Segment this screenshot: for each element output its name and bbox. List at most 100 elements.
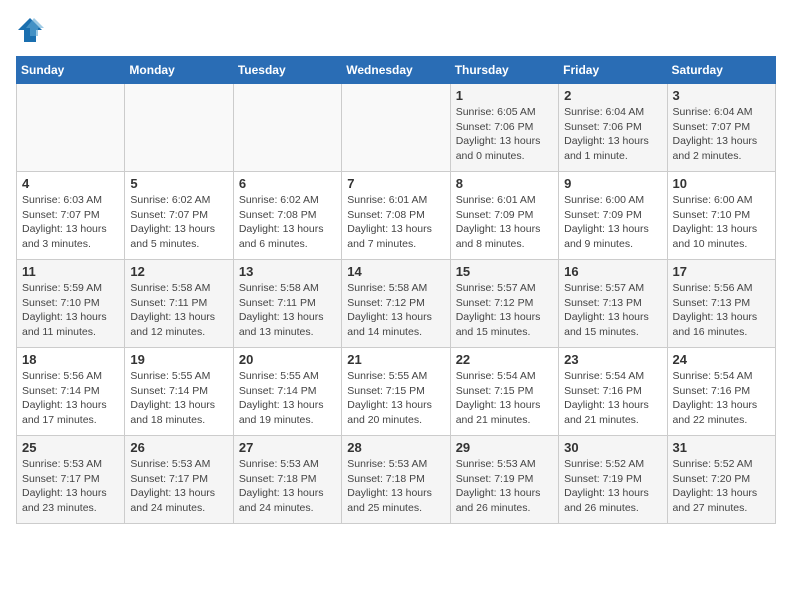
day-number: 5 [130, 176, 227, 191]
day-number: 18 [22, 352, 119, 367]
calendar-cell: 9 Sunrise: 6:00 AM Sunset: 7:09 PM Daylig… [559, 172, 667, 260]
calendar-cell [17, 84, 125, 172]
weekday-header: Sunday [17, 57, 125, 84]
day-info: Sunrise: 5:55 AM Sunset: 7:15 PM Dayligh… [347, 369, 444, 428]
day-number: 26 [130, 440, 227, 455]
calendar-cell: 25Sunrise: 5:53 AM Sunset: 7:17 PM Dayli… [17, 436, 125, 524]
calendar-cell: 13 Sunrise: 5:58 AM Sunset: 7:11 PM Dayli… [233, 260, 341, 348]
day-info: Sunrise: 5:53 AM Sunset: 7:17 PM Dayligh… [22, 457, 119, 516]
day-info: Sunrise: 5:54 AM Sunset: 7:16 PM Dayligh… [564, 369, 661, 428]
day-info: Sunrise: 5:52 AM Sunset: 7:19 PM Dayligh… [564, 457, 661, 516]
calendar-cell: 29 Sunrise: 5:53 AM Sunset: 7:19 PM Dayli… [450, 436, 558, 524]
weekday-header: Wednesday [342, 57, 450, 84]
day-info: Sunrise: 5:52 AM Sunset: 7:20 PM Dayligh… [673, 457, 770, 516]
day-number: 8 [456, 176, 553, 191]
day-number: 1 [456, 88, 553, 103]
day-info: Sunrise: 6:01 AM Sunset: 7:09 PM Dayligh… [456, 193, 553, 252]
day-info: Sunrise: 5:57 AM Sunset: 7:13 PM Dayligh… [564, 281, 661, 340]
calendar-cell: 26 Sunrise: 5:53 AM Sunset: 7:17 PM Dayli… [125, 436, 233, 524]
day-info: Sunrise: 5:58 AM Sunset: 7:11 PM Dayligh… [130, 281, 227, 340]
day-info: Sunrise: 5:55 AM Sunset: 7:14 PM Dayligh… [239, 369, 336, 428]
day-number: 30 [564, 440, 661, 455]
calendar-cell: 20 Sunrise: 5:55 AM Sunset: 7:14 PM Dayli… [233, 348, 341, 436]
weekday-header: Saturday [667, 57, 775, 84]
day-number: 3 [673, 88, 770, 103]
day-number: 21 [347, 352, 444, 367]
day-info: Sunrise: 6:02 AM Sunset: 7:07 PM Dayligh… [130, 193, 227, 252]
day-number: 12 [130, 264, 227, 279]
day-info: Sunrise: 5:53 AM Sunset: 7:17 PM Dayligh… [130, 457, 227, 516]
day-info: Sunrise: 5:59 AM Sunset: 7:10 PM Dayligh… [22, 281, 119, 340]
day-info: Sunrise: 6:02 AM Sunset: 7:08 PM Dayligh… [239, 193, 336, 252]
calendar-cell [125, 84, 233, 172]
day-number: 28 [347, 440, 444, 455]
calendar-cell: 1 Sunrise: 6:05 AM Sunset: 7:06 PM Daylig… [450, 84, 558, 172]
day-number: 7 [347, 176, 444, 191]
day-number: 31 [673, 440, 770, 455]
calendar-cell: 12 Sunrise: 5:58 AM Sunset: 7:11 PM Dayli… [125, 260, 233, 348]
calendar-cell: 19Sunrise: 5:55 AM Sunset: 7:14 PM Dayli… [125, 348, 233, 436]
logo-icon [16, 16, 44, 44]
day-info: Sunrise: 5:56 AM Sunset: 7:14 PM Dayligh… [22, 369, 119, 428]
day-info: Sunrise: 6:03 AM Sunset: 7:07 PM Dayligh… [22, 193, 119, 252]
calendar-cell: 16 Sunrise: 5:57 AM Sunset: 7:13 PM Dayli… [559, 260, 667, 348]
weekday-header: Monday [125, 57, 233, 84]
calendar-cell: 6 Sunrise: 6:02 AM Sunset: 7:08 PM Daylig… [233, 172, 341, 260]
calendar-cell: 5 Sunrise: 6:02 AM Sunset: 7:07 PM Daylig… [125, 172, 233, 260]
calendar-cell: 27 Sunrise: 5:53 AM Sunset: 7:18 PM Dayli… [233, 436, 341, 524]
calendar-cell: 22 Sunrise: 5:54 AM Sunset: 7:15 PM Dayli… [450, 348, 558, 436]
day-number: 6 [239, 176, 336, 191]
day-number: 11 [22, 264, 119, 279]
logo [16, 16, 48, 44]
day-number: 16 [564, 264, 661, 279]
day-number: 14 [347, 264, 444, 279]
day-info: Sunrise: 5:54 AM Sunset: 7:16 PM Dayligh… [673, 369, 770, 428]
page-header [16, 16, 776, 44]
calendar-cell: 7 Sunrise: 6:01 AM Sunset: 7:08 PM Daylig… [342, 172, 450, 260]
day-info: Sunrise: 5:53 AM Sunset: 7:18 PM Dayligh… [347, 457, 444, 516]
calendar-cell: 14 Sunrise: 5:58 AM Sunset: 7:12 PM Dayli… [342, 260, 450, 348]
day-number: 10 [673, 176, 770, 191]
day-info: Sunrise: 6:01 AM Sunset: 7:08 PM Dayligh… [347, 193, 444, 252]
calendar-cell: 18 Sunrise: 5:56 AM Sunset: 7:14 PM Dayli… [17, 348, 125, 436]
day-info: Sunrise: 6:00 AM Sunset: 7:09 PM Dayligh… [564, 193, 661, 252]
day-number: 27 [239, 440, 336, 455]
day-info: Sunrise: 6:00 AM Sunset: 7:10 PM Dayligh… [673, 193, 770, 252]
day-number: 20 [239, 352, 336, 367]
day-number: 22 [456, 352, 553, 367]
calendar-cell: 3 Sunrise: 6:04 AM Sunset: 7:07 PM Daylig… [667, 84, 775, 172]
calendar-cell: 21 Sunrise: 5:55 AM Sunset: 7:15 PM Dayli… [342, 348, 450, 436]
day-info: Sunrise: 5:53 AM Sunset: 7:18 PM Dayligh… [239, 457, 336, 516]
day-info: Sunrise: 5:55 AM Sunset: 7:14 PM Dayligh… [130, 369, 227, 428]
day-number: 29 [456, 440, 553, 455]
day-info: Sunrise: 5:53 AM Sunset: 7:19 PM Dayligh… [456, 457, 553, 516]
day-number: 17 [673, 264, 770, 279]
day-number: 13 [239, 264, 336, 279]
calendar-cell: 4 Sunrise: 6:03 AM Sunset: 7:07 PM Daylig… [17, 172, 125, 260]
weekday-header: Thursday [450, 57, 558, 84]
calendar-cell: 10 Sunrise: 6:00 AM Sunset: 7:10 PM Dayli… [667, 172, 775, 260]
day-number: 15 [456, 264, 553, 279]
calendar-cell [342, 84, 450, 172]
day-info: Sunrise: 6:05 AM Sunset: 7:06 PM Dayligh… [456, 105, 553, 164]
day-info: Sunrise: 6:04 AM Sunset: 7:06 PM Dayligh… [564, 105, 661, 164]
day-info: Sunrise: 5:58 AM Sunset: 7:12 PM Dayligh… [347, 281, 444, 340]
calendar-cell: 2 Sunrise: 6:04 AM Sunset: 7:06 PM Daylig… [559, 84, 667, 172]
day-number: 23 [564, 352, 661, 367]
day-info: Sunrise: 5:56 AM Sunset: 7:13 PM Dayligh… [673, 281, 770, 340]
calendar-cell: 31 Sunrise: 5:52 AM Sunset: 7:20 PM Dayli… [667, 436, 775, 524]
day-info: Sunrise: 6:04 AM Sunset: 7:07 PM Dayligh… [673, 105, 770, 164]
calendar-cell: 17 Sunrise: 5:56 AM Sunset: 7:13 PM Dayli… [667, 260, 775, 348]
day-info: Sunrise: 5:58 AM Sunset: 7:11 PM Dayligh… [239, 281, 336, 340]
day-number: 4 [22, 176, 119, 191]
calendar-cell: 24Sunrise: 5:54 AM Sunset: 7:16 PM Dayli… [667, 348, 775, 436]
calendar-cell [233, 84, 341, 172]
weekday-header: Tuesday [233, 57, 341, 84]
weekday-header: Friday [559, 57, 667, 84]
day-number: 2 [564, 88, 661, 103]
calendar-cell: 8 Sunrise: 6:01 AM Sunset: 7:09 PM Daylig… [450, 172, 558, 260]
day-number: 9 [564, 176, 661, 191]
calendar-cell: 15Sunrise: 5:57 AM Sunset: 7:12 PM Dayli… [450, 260, 558, 348]
calendar-cell: 30 Sunrise: 5:52 AM Sunset: 7:19 PM Dayli… [559, 436, 667, 524]
day-info: Sunrise: 5:54 AM Sunset: 7:15 PM Dayligh… [456, 369, 553, 428]
